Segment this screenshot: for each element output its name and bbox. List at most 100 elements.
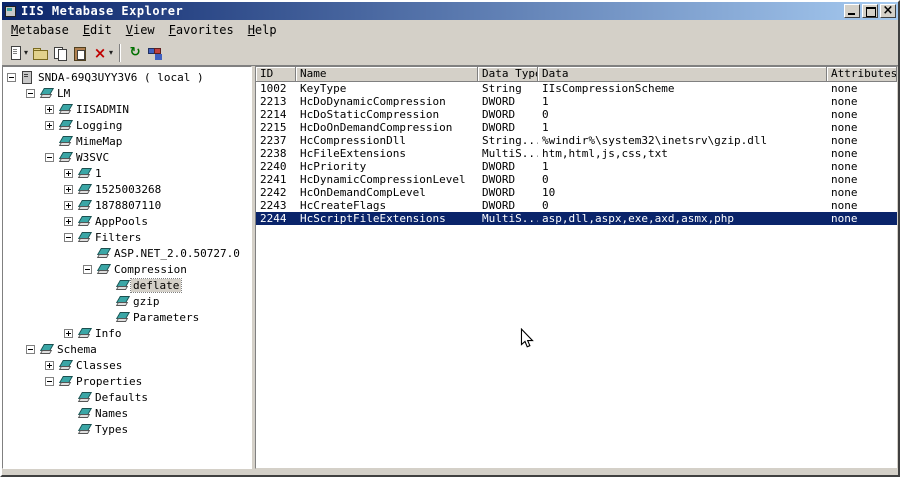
tree-item-label[interactable]: Defaults bbox=[93, 391, 150, 404]
copy-button[interactable] bbox=[50, 42, 70, 64]
tree-item-label[interactable]: ASP.NET_2.0.50727.0 bbox=[112, 247, 242, 260]
menu-edit[interactable]: Edit bbox=[76, 21, 119, 39]
tree-item-info[interactable]: Info bbox=[3, 325, 251, 341]
table-row-2237[interactable]: 2237 HcCompressionDll String... %windir%\sy… bbox=[256, 134, 897, 147]
collapse-icon[interactable] bbox=[64, 232, 73, 242]
minimize-button[interactable] bbox=[844, 4, 860, 18]
tree-item-w3svc[interactable]: W3SVC bbox=[3, 149, 251, 165]
expand-icon[interactable] bbox=[64, 184, 73, 194]
column-header-attributes[interactable]: Attributes bbox=[827, 67, 897, 82]
tree-item-label[interactable]: SNDA-69Q3UYY3V6 ( local ) bbox=[36, 71, 206, 84]
tree-item-asp-net-2-0-50727-0[interactable]: ASP.NET_2.0.50727.0 bbox=[3, 245, 251, 261]
menu-view[interactable]: View bbox=[119, 21, 162, 39]
tree-item-gzip[interactable]: gzip bbox=[3, 293, 251, 309]
refresh-button[interactable] bbox=[125, 42, 145, 64]
column-header-name[interactable]: Name bbox=[296, 67, 478, 82]
tree-item-label[interactable]: Schema bbox=[55, 343, 99, 356]
tree-item-properties[interactable]: Properties bbox=[3, 373, 251, 389]
tree-item-1878807110[interactable]: 1878807110 bbox=[3, 197, 251, 213]
tree-item-label[interactable]: Names bbox=[93, 407, 130, 420]
table-row-2240[interactable]: 2240 HcPriority DWORD 1 none bbox=[256, 160, 897, 173]
dropdown-arrow-icon[interactable]: ▾ bbox=[24, 48, 28, 57]
table-row-2244[interactable]: 2244 HcScriptFileExtensions MultiS... asp,d… bbox=[256, 212, 897, 225]
tree-item-label[interactable]: LM bbox=[55, 87, 72, 100]
tree-item-1[interactable]: 1 bbox=[3, 165, 251, 181]
tree-item-snda-69q3uyy3v6-local[interactable]: SNDA-69Q3UYY3V6 ( local ) bbox=[3, 69, 251, 85]
tree-item-label[interactable]: Info bbox=[93, 327, 124, 340]
tree-item-label[interactable]: Compression bbox=[112, 263, 189, 276]
expand-icon[interactable] bbox=[64, 168, 73, 178]
table-row-2214[interactable]: 2214 HcDoStaticCompression DWORD 0 none bbox=[256, 108, 897, 121]
collapse-icon[interactable] bbox=[45, 152, 54, 162]
tree-item-label[interactable]: Types bbox=[93, 423, 130, 436]
tree-item-label[interactable]: gzip bbox=[131, 295, 162, 308]
tree-item-names[interactable]: Names bbox=[3, 405, 251, 421]
table-row-2243[interactable]: 2243 HcCreateFlags DWORD 0 none bbox=[256, 199, 897, 212]
expand-icon[interactable] bbox=[64, 328, 73, 338]
tree-item-label[interactable]: Classes bbox=[74, 359, 124, 372]
table-row-1002[interactable]: 1002 KeyType String IIsCompressionScheme non… bbox=[256, 82, 897, 95]
collapse-icon[interactable] bbox=[83, 264, 92, 274]
tree-item-lm[interactable]: LM bbox=[3, 85, 251, 101]
table-row-2215[interactable]: 2215 HcDoOnDemandCompression DWORD 1 none bbox=[256, 121, 897, 134]
tree-item-label[interactable]: Properties bbox=[74, 375, 144, 388]
new-key-button[interactable]: ▾ bbox=[5, 42, 30, 64]
db-icon bbox=[38, 343, 52, 355]
expand-icon[interactable] bbox=[45, 120, 54, 130]
tree-item-label[interactable]: IISADMIN bbox=[74, 103, 131, 116]
column-header-data[interactable]: Data bbox=[538, 67, 827, 82]
close-button[interactable] bbox=[880, 3, 896, 18]
title-bar[interactable]: IIS Metabase Explorer bbox=[2, 2, 898, 20]
tree-item-logging[interactable]: Logging bbox=[3, 117, 251, 133]
db-icon bbox=[76, 167, 90, 179]
dropdown-arrow-icon[interactable]: ▾ bbox=[109, 48, 113, 57]
connect-button[interactable] bbox=[145, 42, 165, 64]
menu-help[interactable]: Help bbox=[241, 21, 284, 39]
tree-item-classes[interactable]: Classes bbox=[3, 357, 251, 373]
tree-item-label[interactable]: AppPools bbox=[93, 215, 150, 228]
expand-icon[interactable] bbox=[64, 200, 73, 210]
tree-item-label[interactable]: deflate bbox=[129, 277, 183, 293]
tree-item-defaults[interactable]: Defaults bbox=[3, 389, 251, 405]
delete-button[interactable]: ▾ bbox=[90, 42, 115, 64]
tree-item-mimemap[interactable]: MimeMap bbox=[3, 133, 251, 149]
tree-item-schema[interactable]: Schema bbox=[3, 341, 251, 357]
tree-item-apppools[interactable]: AppPools bbox=[3, 213, 251, 229]
expand-icon[interactable] bbox=[64, 216, 73, 226]
tree-item-types[interactable]: Types bbox=[3, 421, 251, 437]
table-row-2241[interactable]: 2241 HcDynamicCompressionLevel DWORD 0 none bbox=[256, 173, 897, 186]
tree-item-label[interactable]: 1878807110 bbox=[93, 199, 163, 212]
tree-item-deflate[interactable]: deflate bbox=[3, 277, 251, 293]
table-row-2213[interactable]: 2213 HcDoDynamicCompression DWORD 1 none bbox=[256, 95, 897, 108]
maximize-button[interactable] bbox=[862, 4, 878, 18]
tree-item-compression[interactable]: Compression bbox=[3, 261, 251, 277]
tree-item-label[interactable]: 1 bbox=[93, 167, 104, 180]
collapse-icon[interactable] bbox=[7, 72, 16, 82]
open-button[interactable] bbox=[30, 42, 50, 64]
column-header-data-type[interactable]: Data Type bbox=[478, 67, 538, 82]
tree-item-iisadmin[interactable]: IISADMIN bbox=[3, 101, 251, 117]
tree-item-label[interactable]: Logging bbox=[74, 119, 124, 132]
tree-item-label[interactable]: 1525003268 bbox=[93, 183, 163, 196]
collapse-icon[interactable] bbox=[26, 344, 35, 354]
menu-favorites[interactable]: Favorites bbox=[162, 21, 241, 39]
table-cell: HcPriority bbox=[300, 160, 367, 173]
tree-item-parameters[interactable]: Parameters bbox=[3, 309, 251, 325]
column-header-id[interactable]: ID bbox=[256, 67, 296, 82]
expand-icon[interactable] bbox=[45, 104, 54, 114]
tree-item-label[interactable]: MimeMap bbox=[74, 135, 124, 148]
table-cell: 2242 bbox=[260, 186, 287, 199]
collapse-icon[interactable] bbox=[26, 88, 35, 98]
menu-metabase[interactable]: Metabase bbox=[4, 21, 76, 39]
collapse-icon[interactable] bbox=[45, 376, 54, 386]
tree-pane: SNDA-69Q3UYY3V6 ( local ) LM IISADMIN Loggi… bbox=[2, 66, 252, 469]
tree-item-1525003268[interactable]: 1525003268 bbox=[3, 181, 251, 197]
expand-icon[interactable] bbox=[45, 360, 54, 370]
table-row-2238[interactable]: 2238 HcFileExtensions MultiS... htm,html,js… bbox=[256, 147, 897, 160]
tree-item-label[interactable]: Parameters bbox=[131, 311, 201, 324]
paste-button[interactable] bbox=[70, 42, 90, 64]
tree-item-label[interactable]: Filters bbox=[93, 231, 143, 244]
tree-item-filters[interactable]: Filters bbox=[3, 229, 251, 245]
table-row-2242[interactable]: 2242 HcOnDemandCompLevel DWORD 10 none bbox=[256, 186, 897, 199]
tree-item-label[interactable]: W3SVC bbox=[74, 151, 111, 164]
